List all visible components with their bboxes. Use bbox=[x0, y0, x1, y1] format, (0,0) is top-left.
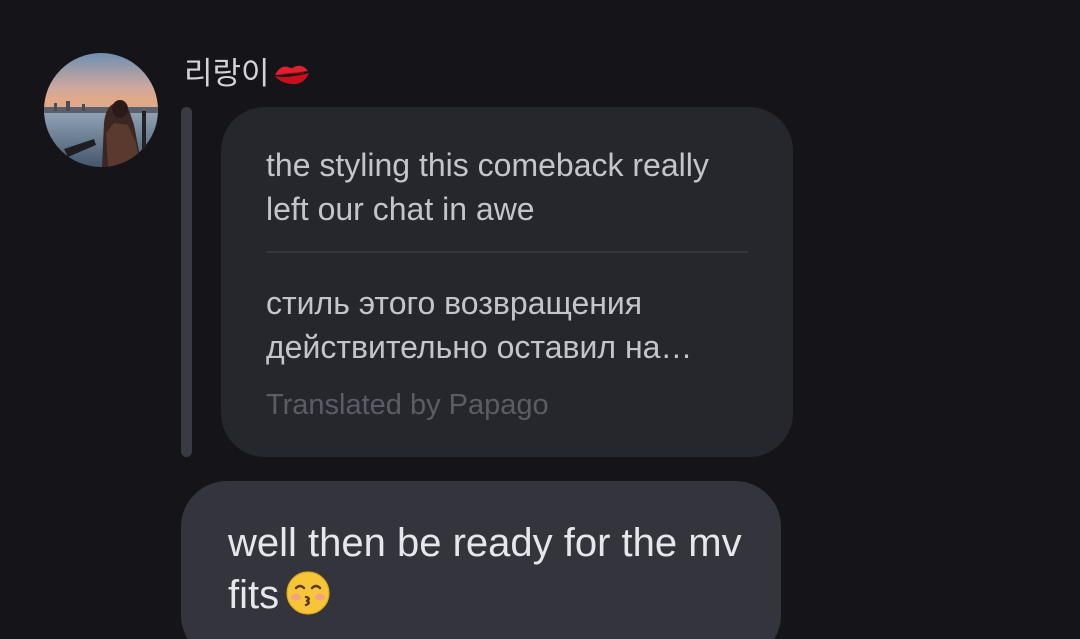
sender-name[interactable]: 리랑이 bbox=[184, 56, 270, 92]
replied-message-bubble[interactable]: the styling this comeback really left ou… bbox=[221, 107, 793, 457]
sender-avatar[interactable] bbox=[44, 53, 158, 167]
sender-header: 리랑이 bbox=[184, 56, 312, 92]
translation-divider bbox=[266, 251, 748, 253]
reply-quote-bar bbox=[181, 107, 192, 457]
replied-message-text: the styling this comeback really left ou… bbox=[266, 147, 709, 227]
translated-text: стиль этого возвращения действительно ос… bbox=[266, 281, 748, 369]
translated-text-line-1: стиль этого возвращения bbox=[266, 285, 643, 321]
message-bubble[interactable]: well then be ready for the mv fits bbox=[181, 481, 781, 639]
kiss-mark-icon bbox=[272, 59, 312, 89]
avatar-photo bbox=[44, 53, 158, 167]
translated-text-line-2: действительно оставил на… bbox=[266, 329, 693, 365]
kissing-face-icon bbox=[285, 570, 331, 616]
message-text: well then be ready for the mv fits bbox=[228, 517, 748, 621]
translation-credit: Translated by Papago bbox=[266, 389, 549, 421]
chat-screen: 리랑이 the styling this comeback really lef… bbox=[0, 0, 1080, 639]
